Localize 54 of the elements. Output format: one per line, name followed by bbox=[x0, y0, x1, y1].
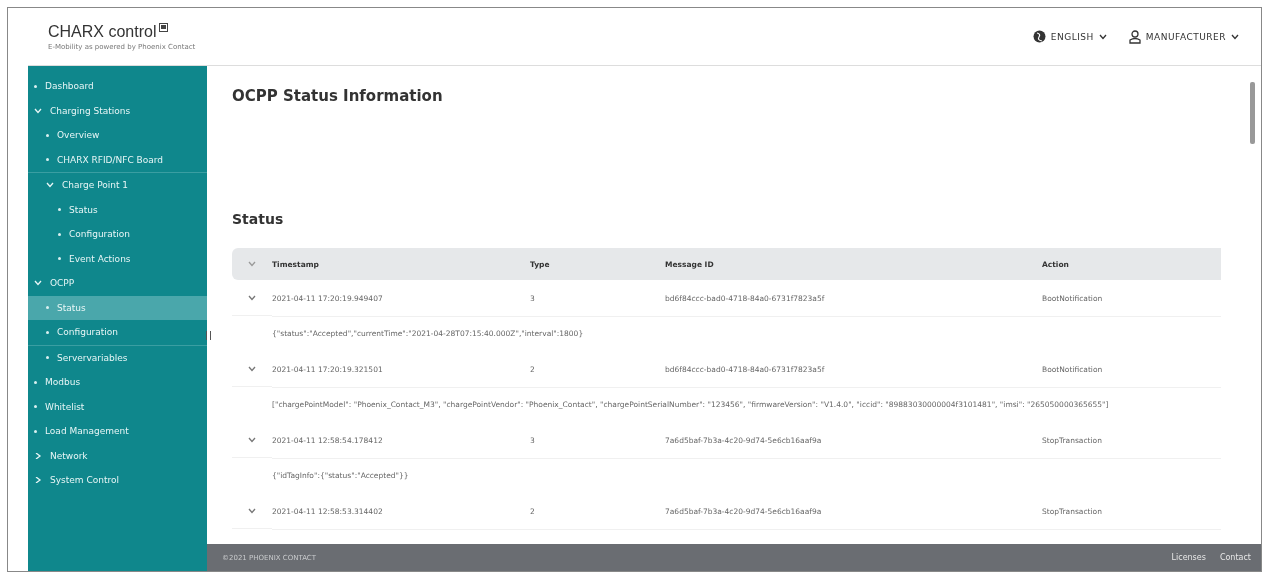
bullet-icon bbox=[34, 380, 37, 384]
chevron-icon bbox=[248, 436, 256, 443]
sidebar-item[interactable]: Charging Stations bbox=[28, 98, 207, 123]
chevron-icon bbox=[248, 365, 256, 372]
section-title: Status bbox=[232, 211, 285, 227]
globe-icon bbox=[1032, 30, 1046, 43]
sidebar-item[interactable]: Network bbox=[28, 443, 207, 468]
bullet-icon bbox=[46, 306, 49, 310]
bullet-icon bbox=[46, 158, 49, 162]
resize-handle-icon[interactable] bbox=[206, 331, 211, 340]
bullet-icon bbox=[46, 356, 49, 360]
chevron-icon bbox=[34, 107, 42, 114]
sidebar-item[interactable]: Status bbox=[28, 197, 207, 222]
sidebar-item[interactable]: Modbus bbox=[28, 370, 207, 395]
sidebar-item[interactable]: CHARX RFID/NFC Board bbox=[28, 147, 207, 173]
footer-link[interactable]: Contact bbox=[1219, 553, 1251, 562]
chevron-icon bbox=[34, 477, 42, 484]
bullet-icon bbox=[46, 133, 49, 137]
bullet-icon bbox=[58, 257, 61, 261]
sidebar-item[interactable]: Status bbox=[28, 295, 207, 320]
chevron-icon bbox=[34, 452, 42, 459]
footer-link[interactable]: Licenses bbox=[1171, 553, 1206, 562]
expand-all-toggle[interactable] bbox=[232, 248, 272, 280]
sidebar-item[interactable]: Servervariables bbox=[28, 345, 207, 370]
chevron-icon bbox=[248, 507, 256, 514]
sidebar-item[interactable]: Event Actions bbox=[28, 246, 207, 271]
chevron-icon bbox=[248, 261, 256, 267]
logo-mark-icon bbox=[159, 22, 169, 32]
sidebar-item[interactable]: System Control bbox=[28, 468, 207, 493]
sidebar-item[interactable]: Overview bbox=[28, 123, 207, 148]
brand-logo: CHARX control bbox=[48, 22, 196, 41]
bullet-icon bbox=[46, 330, 49, 334]
caret-icon bbox=[1231, 33, 1239, 40]
page-title: OCPP Status Information bbox=[232, 87, 444, 105]
bullet-icon bbox=[34, 84, 37, 88]
chevron-icon bbox=[46, 182, 54, 189]
caret-icon bbox=[1098, 33, 1107, 40]
sidebar-item[interactable]: Whitelist bbox=[28, 394, 207, 419]
sidebar-item[interactable]: Load Management bbox=[28, 419, 207, 444]
sidebar-item[interactable]: Configuration bbox=[28, 320, 207, 346]
bullet-icon bbox=[58, 232, 61, 236]
bullet-icon bbox=[34, 405, 37, 409]
sidebar-item[interactable]: Charge Point 1 bbox=[28, 173, 207, 198]
bullet-icon bbox=[34, 429, 37, 433]
bullet-icon bbox=[58, 208, 61, 212]
user-menu[interactable]: MANUFACTURER bbox=[1128, 29, 1239, 44]
language-menu[interactable]: ENGLISH bbox=[1032, 30, 1107, 43]
sidebar-item[interactable]: OCPP bbox=[28, 271, 207, 296]
sidebar-item[interactable]: Configuration bbox=[28, 222, 207, 247]
sidebar-item[interactable]: Dashboard bbox=[28, 74, 207, 99]
chevron-icon bbox=[34, 280, 42, 287]
chevron-icon bbox=[248, 294, 256, 301]
user-icon bbox=[1128, 29, 1141, 44]
scrollbar-thumb[interactable] bbox=[1250, 82, 1255, 144]
